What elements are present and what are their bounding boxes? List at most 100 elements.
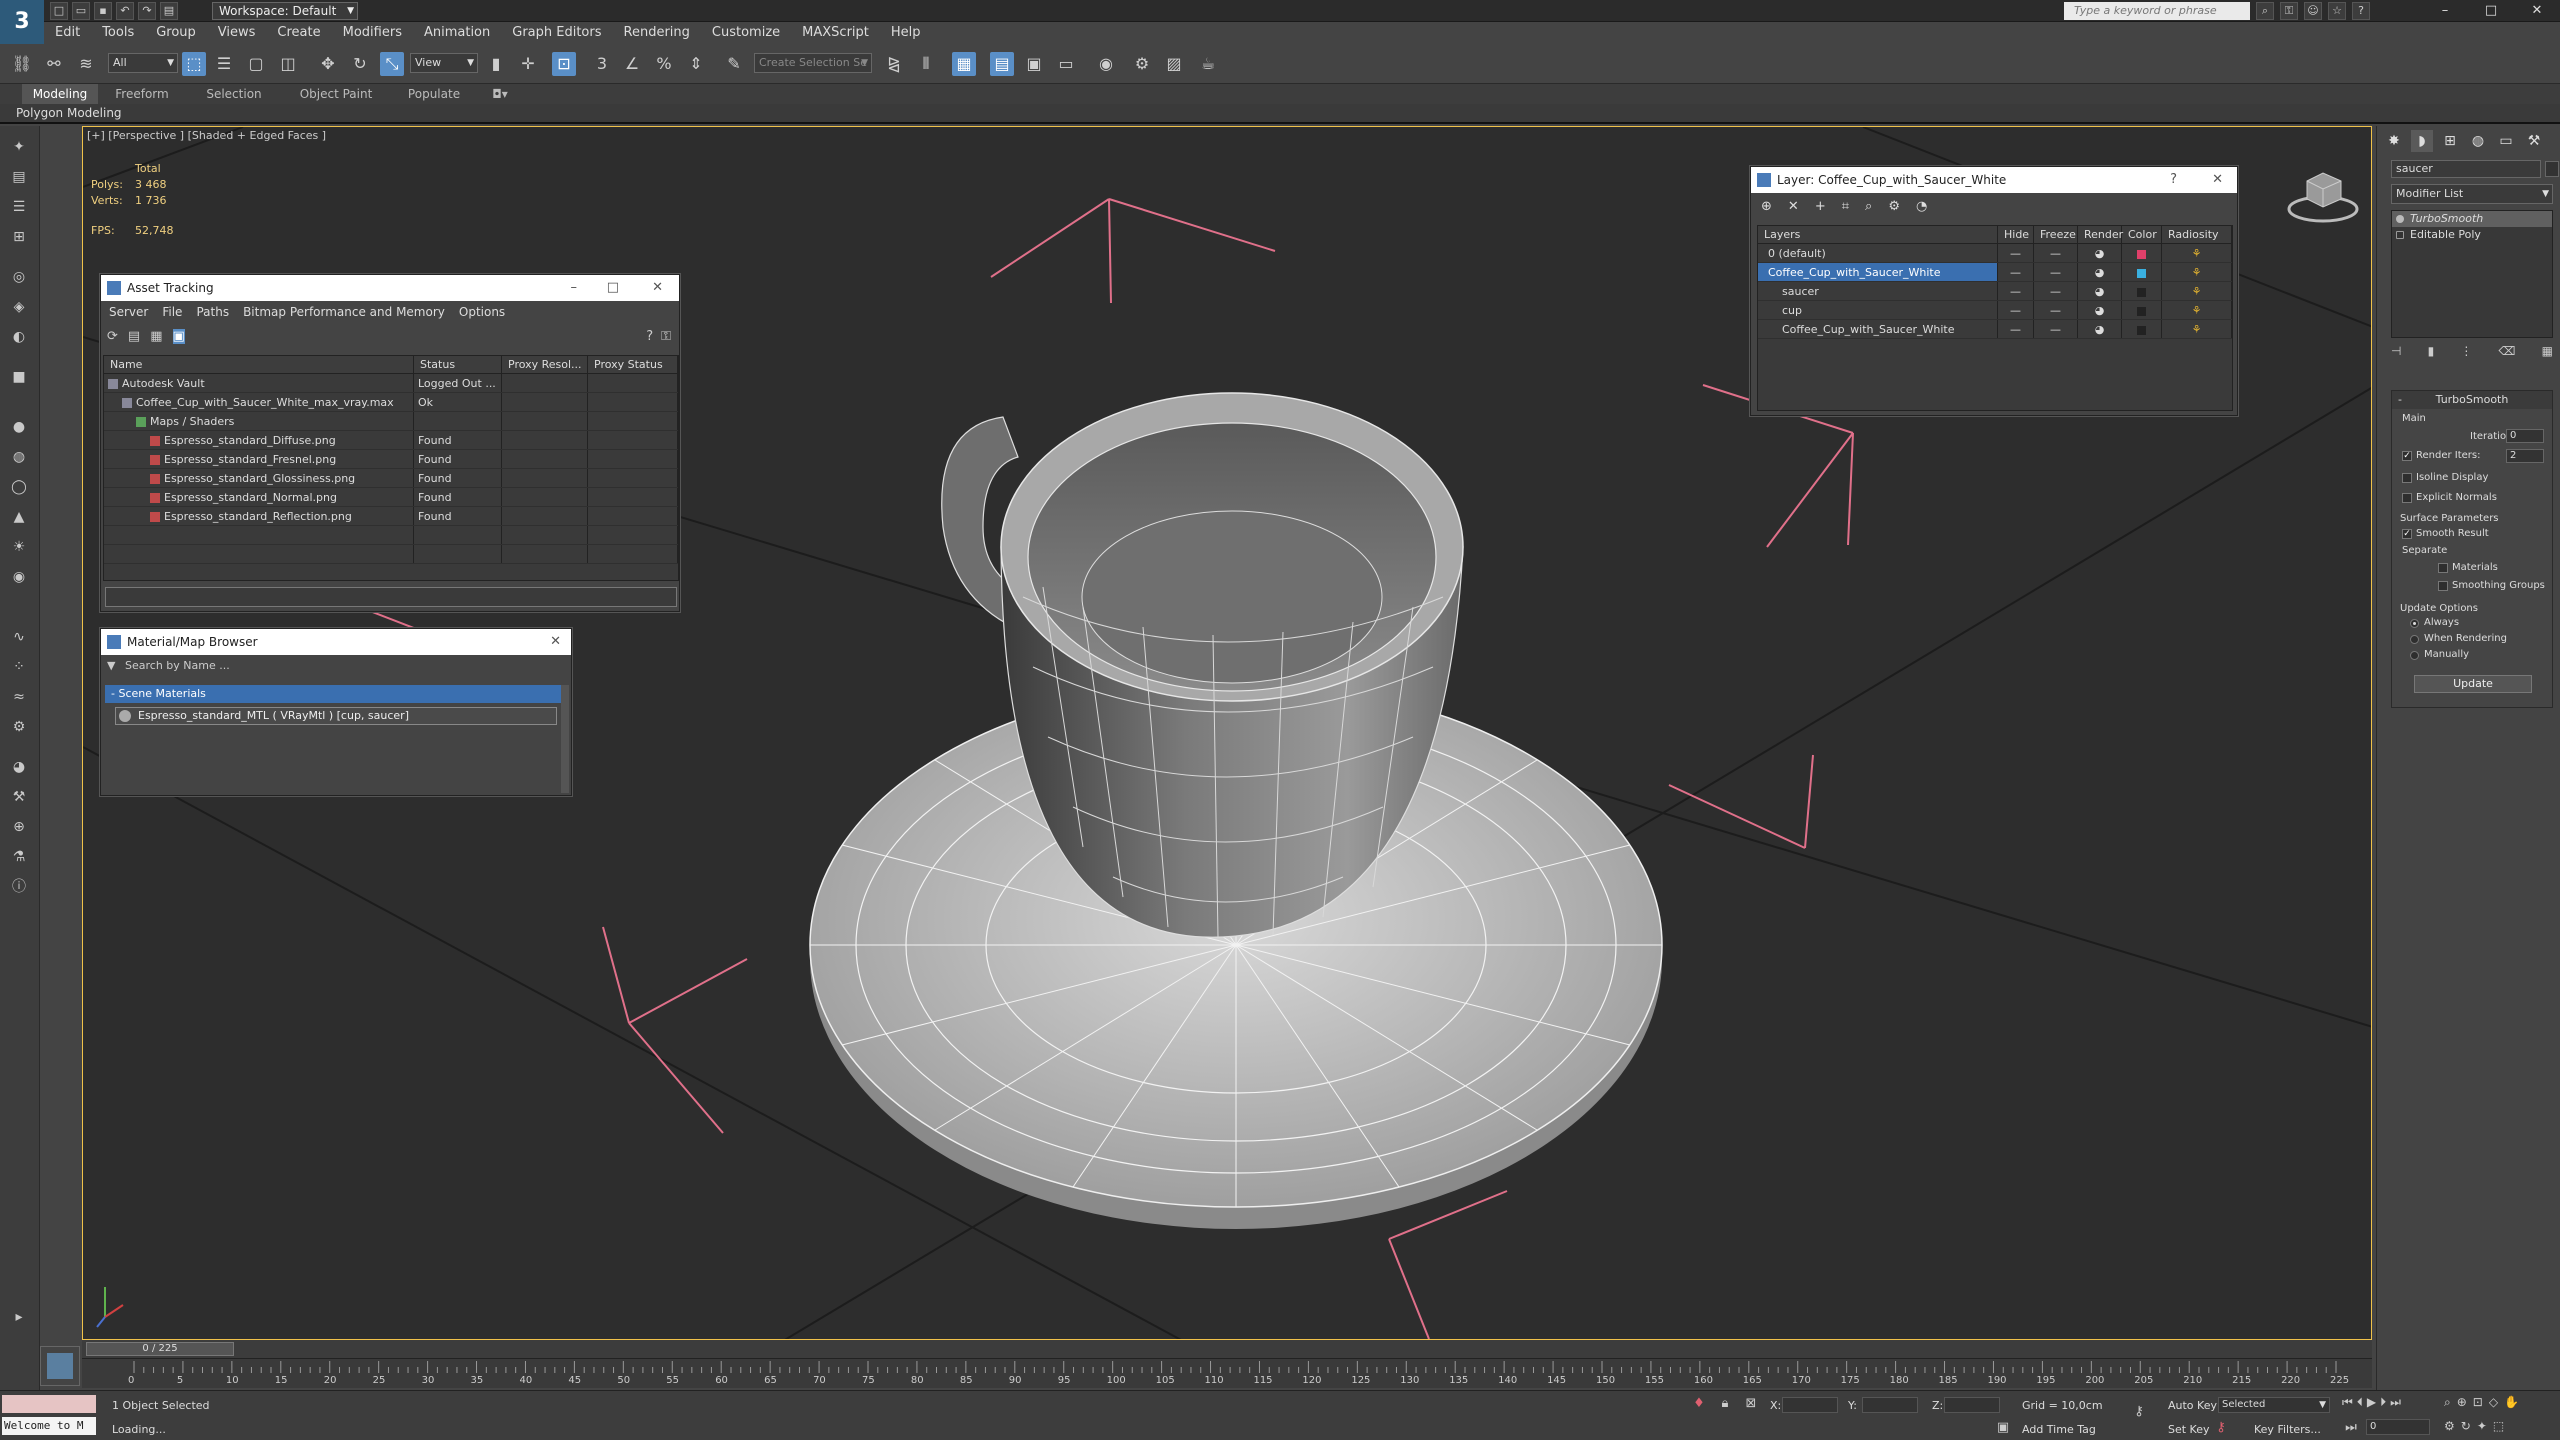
rendered-frame-window-icon[interactable]: ▨ [1162, 52, 1186, 76]
workspace-dropdown[interactable]: Workspace: Default ▼ [212, 2, 358, 20]
project-folder-icon[interactable]: ▤ [160, 2, 178, 20]
make-unique-icon[interactable]: ⋮ [2460, 344, 2472, 364]
layer-row[interactable]: 0 (default) — — ◕ ⚘ [1758, 244, 2232, 263]
tab-selection[interactable]: Selection [196, 84, 272, 104]
unlink-icon[interactable]: ⚯ [42, 52, 66, 76]
render-iters-spinner[interactable]: 2 [2506, 449, 2544, 463]
bind-spacewarp-icon[interactable]: ≋ [74, 52, 98, 76]
col-hide[interactable]: Hide [1998, 226, 2034, 243]
stack-item-turbosmooth[interactable]: TurboSmooth [2392, 211, 2552, 227]
stack-item-editable-poly[interactable]: Editable Poly [2392, 227, 2552, 243]
time-slider-track[interactable] [82, 1340, 2372, 1358]
graphite-toolbox-icon[interactable]: ▣ [1022, 52, 1046, 76]
radiosity-icon[interactable]: ⚘ [2162, 282, 2232, 300]
asset-tracking-titlebar[interactable]: Asset Tracking – □ ✕ [101, 275, 679, 301]
render-setup-icon[interactable]: ⚙ [1130, 52, 1154, 76]
scene-explorer-side-icon[interactable]: ▤ [8, 166, 30, 188]
ribbon-options-icon[interactable]: ◘▾ [488, 84, 512, 104]
space-warp-icon[interactable]: ≈ [8, 686, 30, 708]
link-icon[interactable]: ⛓ [10, 52, 34, 76]
curve-editor-icon[interactable]: ▭ [1054, 52, 1078, 76]
spinner-snap-icon[interactable]: ⇕ [684, 52, 708, 76]
viewport-label[interactable]: [+] [Perspective ] [Shaded + Edged Faces… [87, 129, 326, 142]
pivot-center-icon[interactable]: ▮ [484, 52, 508, 76]
asset-row[interactable]: Autodesk Vault Logged Out ... [104, 374, 678, 393]
minimize-button[interactable]: – [2422, 0, 2468, 22]
mini-curve-editor-toggle[interactable] [40, 1346, 80, 1386]
layer-explorer-titlebar[interactable]: Layer: Coffee_Cup_with_Saucer_White ? ✕ [1751, 167, 2237, 193]
pan-icon[interactable]: ✋ [2504, 1395, 2519, 1410]
viewcube[interactable] [2283, 157, 2363, 227]
geosphere-icon[interactable]: ◉ [8, 566, 30, 588]
asset-path-field[interactable] [105, 587, 677, 607]
radiosity-icon[interactable]: ⚘ [2162, 320, 2232, 338]
col-radiosity[interactable]: Radiosity [2162, 226, 2232, 243]
menu-help[interactable]: Help [880, 22, 932, 44]
object-name-field[interactable]: saucer [2391, 160, 2541, 178]
turbosmooth-rollout-title[interactable]: - TurboSmooth [2392, 391, 2552, 409]
menu-maxscript[interactable]: MAXScript [791, 22, 880, 44]
layer-color-swatch[interactable] [2122, 263, 2162, 281]
material-item[interactable]: Espresso_standard_MTL ( VRayMtl ) [cup, … [115, 707, 557, 725]
radiosity-icon[interactable]: ⚘ [2162, 244, 2232, 262]
percent-snap-icon[interactable]: % [652, 52, 676, 76]
configure-sets-icon[interactable]: ▦ [2542, 344, 2553, 364]
zoom-icon[interactable]: ⌕ [2444, 1395, 2451, 1410]
freeze-toggle-icon[interactable]: — [2034, 320, 2078, 338]
create-icon[interactable]: ✦ [8, 136, 30, 158]
col-proxy-status[interactable]: Proxy Status [588, 356, 678, 373]
layer-color-swatch[interactable] [2122, 301, 2162, 319]
remove-modifier-icon[interactable]: ⌫ [2499, 344, 2516, 364]
show-end-result-icon[interactable]: ▮ [2428, 344, 2435, 364]
maxscript-mini-listener[interactable] [2, 1395, 96, 1413]
col-render[interactable]: Render [2078, 226, 2123, 243]
modifier-list-dropdown[interactable]: Modifier List ▼ [2391, 184, 2553, 204]
add-time-tag[interactable]: Add Time Tag [2022, 1423, 2096, 1436]
maximize-button[interactable]: □ [2468, 0, 2514, 22]
track-bar-ruler[interactable]: 0 5 10 15 20 25 30 35 40 45 50 55 60 65 70 75 80 85 90 95 10… [82, 1358, 2372, 1388]
cone-icon[interactable]: ▲ [8, 506, 30, 528]
new-file-icon[interactable]: □ [50, 2, 68, 20]
menu-rendering[interactable]: Rendering [613, 22, 701, 44]
list-icon[interactable]: ☰ [8, 196, 30, 218]
hide-toggle-icon[interactable]: — [1998, 301, 2034, 319]
auto-key-button[interactable]: Auto Key [2168, 1399, 2217, 1412]
layer-hide-icon[interactable]: ◔ [1916, 199, 1927, 214]
refresh-icon[interactable]: ⟳ [107, 329, 118, 344]
materials-checkbox[interactable] [2438, 563, 2448, 573]
fov-icon[interactable]: ◇ [2489, 1395, 2498, 1410]
asset-row[interactable]: Espresso_standard_Normal.png Found [104, 488, 678, 507]
list-view-icon[interactable]: ▤ [128, 329, 140, 344]
menu-server[interactable]: Server [109, 301, 148, 323]
create-tab-icon[interactable]: ✸ [2383, 130, 2405, 152]
key-icon[interactable]: ⚿ [2280, 2, 2298, 20]
layer-row[interactable]: cup — — ◕ ⚘ [1758, 301, 2232, 320]
expand-icon[interactable] [2396, 231, 2404, 239]
layer-color-swatch[interactable] [2122, 244, 2162, 262]
go-to-start-icon[interactable]: ⏮ [2342, 1395, 2353, 1410]
set-key-button[interactable]: Set Key [2168, 1423, 2210, 1436]
material-browser-titlebar[interactable]: Material/Map Browser ✕ [101, 629, 571, 655]
layer-color-swatch[interactable] [2122, 282, 2162, 300]
named-selection-set-dropdown[interactable]: Create Selection Se ▼ [754, 53, 872, 73]
hide-toggle-icon[interactable]: — [1998, 320, 2034, 338]
app-logo[interactable]: 3 [0, 0, 44, 44]
vault-icon[interactable]: ⚿ [661, 329, 671, 344]
menu-paths[interactable]: Paths [196, 301, 229, 323]
grid-view-icon[interactable]: ▣ [172, 329, 185, 344]
maxscript-output[interactable]: Welcome to M [2, 1417, 96, 1435]
asset-row[interactable]: Espresso_standard_Diffuse.png Found [104, 431, 678, 450]
redo-icon[interactable]: ↷ [138, 2, 156, 20]
radiosity-icon[interactable]: ⚘ [2162, 301, 2232, 319]
menu-customize[interactable]: Customize [701, 22, 791, 44]
tab-modeling[interactable]: Modeling [22, 84, 98, 104]
selection-filter-dropdown[interactable]: All ▼ [108, 53, 178, 73]
table-view-icon[interactable]: ▦ [150, 329, 162, 344]
save-icon[interactable]: ▪ [94, 2, 112, 20]
select-manipulate-icon[interactable]: ✛ [516, 52, 540, 76]
next-frame-icon[interactable]: ⏵ [2380, 1395, 2386, 1410]
manually-radio[interactable] [2410, 651, 2419, 660]
sun-icon[interactable]: ☀ [8, 536, 30, 558]
find-layer-icon[interactable]: ⌕ [1865, 199, 1872, 214]
key-mode-toggle-icon[interactable]: ⏭ [2342, 1419, 2360, 1437]
